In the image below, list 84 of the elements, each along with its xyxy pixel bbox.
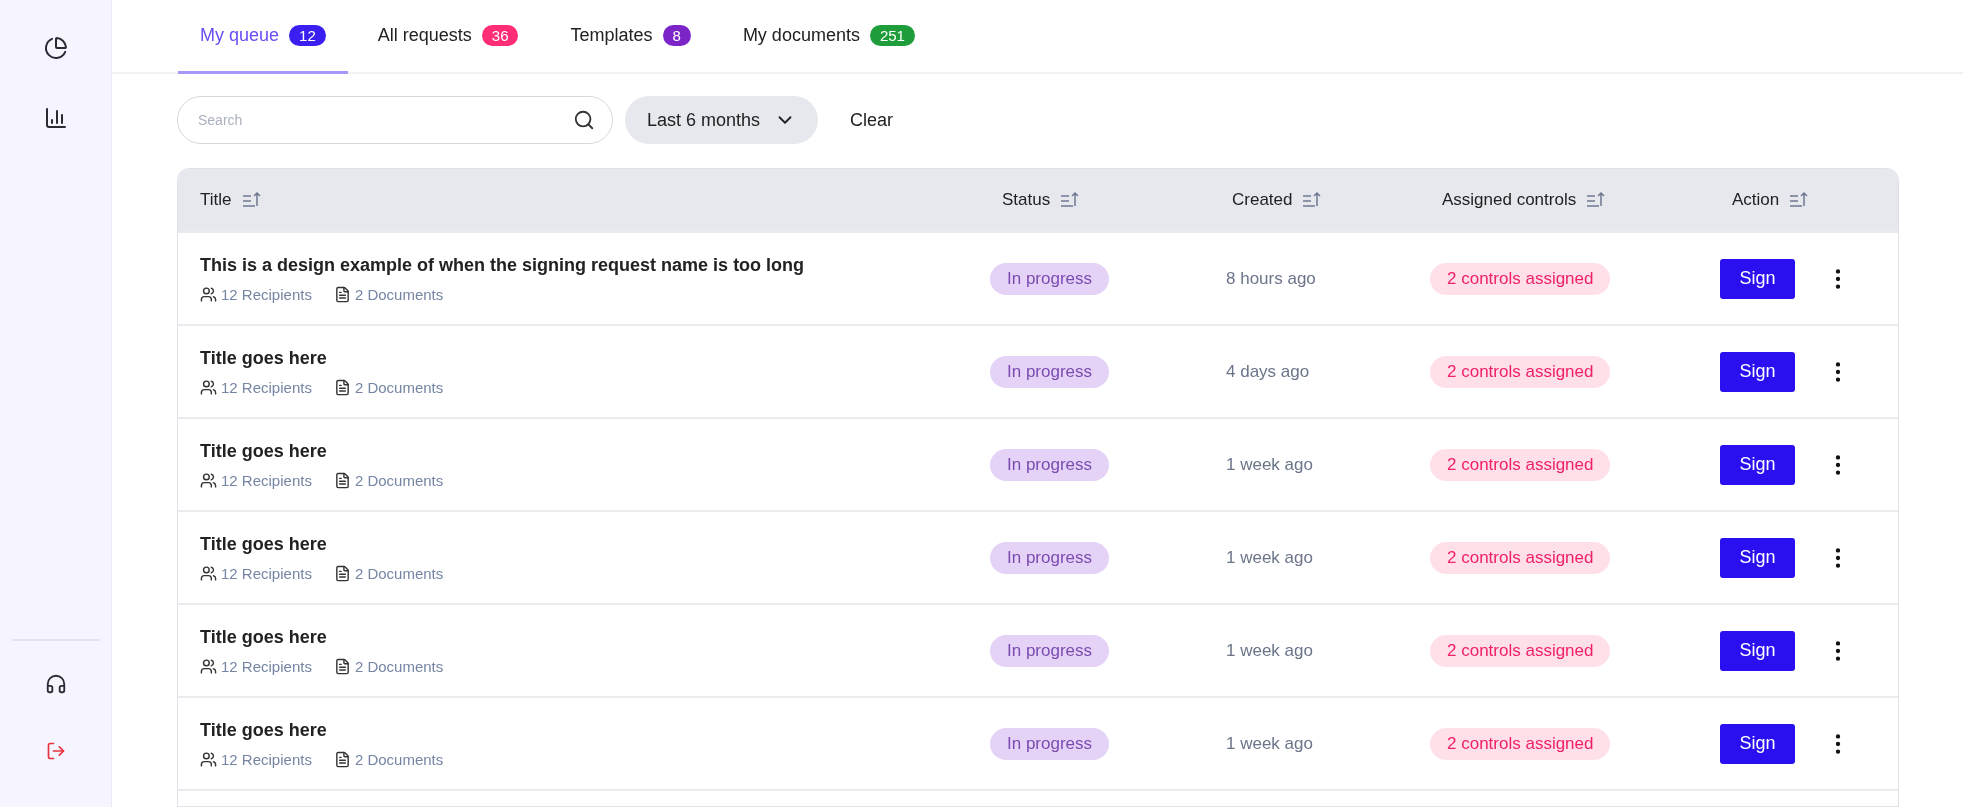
status-badge: In progress <box>990 262 1110 295</box>
people-icon <box>200 285 217 303</box>
documents-count: 2 Documents <box>354 285 444 303</box>
sign-button[interactable]: Sign <box>1720 723 1795 764</box>
count-badge: 8 <box>662 25 691 46</box>
column-header: Status <box>1002 190 1051 210</box>
sort-icon[interactable] <box>241 191 262 209</box>
people-icon <box>200 378 217 396</box>
tab-label: My queue <box>200 25 280 46</box>
recipients-count: 12 Recipients <box>221 378 312 396</box>
recipients-count: 12 Recipients <box>221 285 312 303</box>
logout-icon[interactable] <box>45 741 66 761</box>
search-icon[interactable] <box>573 109 595 131</box>
status-badge: In progress <box>990 727 1110 760</box>
recipients-count: 12 Recipients <box>221 564 312 582</box>
status-badge: In progress <box>990 634 1110 667</box>
tab[interactable]: Templates 8 <box>548 0 713 74</box>
sort-icon[interactable] <box>1586 191 1607 209</box>
tab[interactable]: All requests 36 <box>355 0 541 74</box>
sign-button[interactable]: Sign <box>1720 351 1795 392</box>
documents-count: 2 Documents <box>354 471 444 489</box>
document-icon <box>333 471 351 489</box>
recipients-count: 12 Recipients <box>221 657 312 675</box>
request-title: This is a design example of when the signing request name is too long <box>200 254 806 276</box>
column-header: Action <box>1732 190 1780 210</box>
created-time: 1 week ago <box>1225 640 1314 661</box>
assigned-controls-badge: 2 controls assigned <box>1430 448 1611 481</box>
documents-count: 2 Documents <box>354 564 444 582</box>
assigned-controls-badge: 2 controls assigned <box>1430 262 1611 295</box>
document-icon <box>333 657 351 675</box>
assigned-controls-badge: 2 controls assigned <box>1430 355 1611 388</box>
recipients-count: 12 Recipients <box>221 471 312 489</box>
sort-icon[interactable] <box>1060 191 1081 209</box>
request-title: Title goes here <box>200 533 328 555</box>
created-time: 4 days ago <box>1225 361 1311 382</box>
column-header: Created <box>1232 190 1293 210</box>
clear-button[interactable]: Clear <box>830 101 914 139</box>
document-icon <box>333 564 351 582</box>
document-icon <box>333 378 351 396</box>
tab-label: All requests <box>377 25 472 46</box>
documents-count: 2 Documents <box>354 657 444 675</box>
tab-label: My documents <box>742 25 860 46</box>
sort-icon[interactable] <box>1302 191 1323 209</box>
search-field[interactable]: Search <box>177 96 613 144</box>
bar-chart-icon[interactable] <box>43 106 68 130</box>
sign-button[interactable]: Sign <box>1720 630 1795 671</box>
created-time: 1 week ago <box>1225 454 1314 475</box>
people-icon <box>200 471 217 489</box>
status-badge: In progress <box>990 355 1110 388</box>
request-title: Title goes here <box>200 719 328 741</box>
created-time: 1 week ago <box>1225 733 1314 754</box>
recipients-count: 12 Recipients <box>221 750 312 768</box>
people-icon <box>200 657 217 675</box>
sort-icon[interactable] <box>1789 191 1810 209</box>
created-time: 1 week ago <box>1225 547 1314 568</box>
date-filter-dropdown[interactable]: Last 6 months <box>625 96 819 144</box>
count-badge: 251 <box>869 25 915 46</box>
count-badge: 36 <box>481 25 519 46</box>
sign-button[interactable]: Sign <box>1720 444 1795 485</box>
document-icon <box>333 750 351 768</box>
status-badge: In progress <box>990 541 1110 574</box>
sign-button[interactable]: Sign <box>1720 258 1795 299</box>
assigned-controls-badge: 2 controls assigned <box>1430 634 1611 667</box>
documents-count: 2 Documents <box>354 378 444 396</box>
count-badge: 12 <box>289 25 326 46</box>
assigned-controls-badge: 2 controls assigned <box>1430 727 1611 760</box>
document-icon <box>333 285 351 303</box>
tab[interactable]: My queue 12 <box>178 0 348 74</box>
sign-button[interactable]: Sign <box>1720 537 1795 578</box>
headphones-icon[interactable] <box>44 673 67 695</box>
request-title: Title goes here <box>200 440 328 462</box>
chart-pie-icon[interactable] <box>43 36 68 60</box>
people-icon <box>200 750 217 768</box>
created-time: 8 hours ago <box>1225 268 1317 289</box>
status-badge: In progress <box>990 448 1110 481</box>
people-icon <box>200 564 217 582</box>
assigned-controls-badge: 2 controls assigned <box>1430 541 1611 574</box>
tab[interactable]: My documents 251 <box>720 0 937 74</box>
tab-label: Templates <box>570 25 653 46</box>
request-title: Title goes here <box>200 626 328 648</box>
column-header: Title <box>200 190 232 210</box>
request-title: Title goes here <box>200 347 328 369</box>
column-header: Assigned controls <box>1442 190 1577 210</box>
documents-count: 2 Documents <box>354 750 444 768</box>
